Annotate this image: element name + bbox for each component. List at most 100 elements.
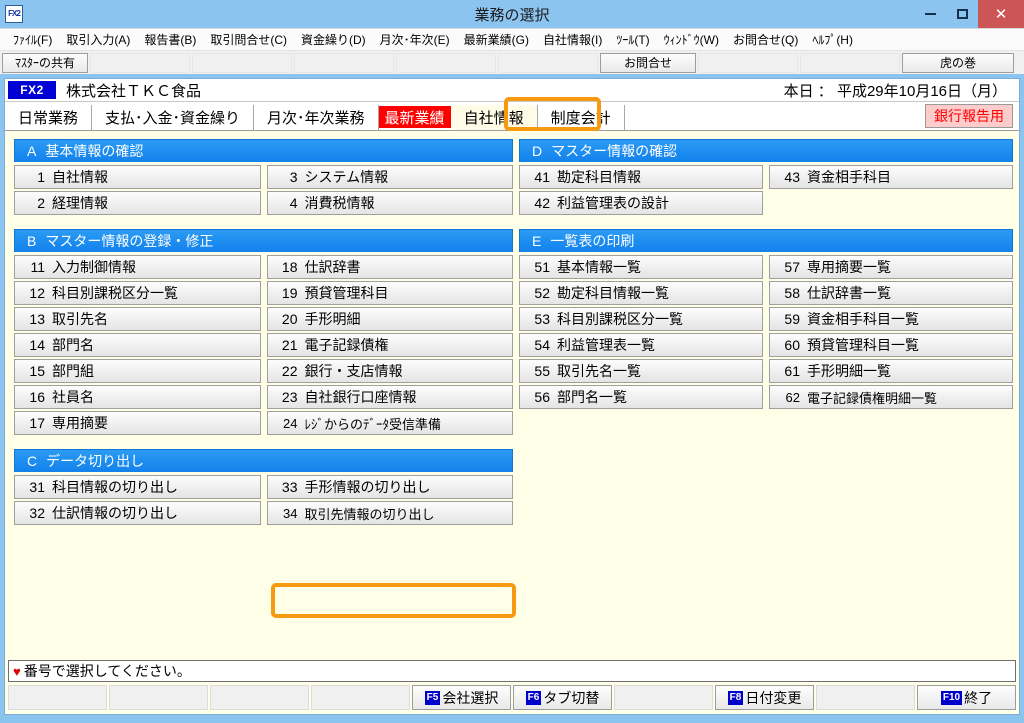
menu-item-24[interactable]: 24 ﾚｼﾞからのﾃﾞｰﾀ受信準備	[266, 411, 513, 435]
menu-item-number: 11	[30, 259, 45, 275]
menu-item-20[interactable]: 20 手形明細	[266, 307, 513, 331]
tab-制度会計[interactable]: 制度会計	[537, 105, 625, 130]
company-bar: FX2 株式会社ＴＫＣ食品 本日 ： 平成29年10月16日（月）	[5, 79, 1019, 102]
section-title-text: マスター情報の確認	[551, 143, 678, 159]
function-key-F5[interactable]: F5 会社選択	[412, 685, 511, 710]
menu-item-43[interactable]: 43 資金相手科目	[769, 165, 1013, 189]
menu-item-62[interactable]: 62 電子記録債権明細一覧	[769, 385, 1013, 409]
menu-item-4[interactable]: 取引問合せ(C)	[203, 29, 294, 51]
menu-item-11[interactable]: お問合せ(Q)	[726, 29, 805, 51]
tab-支払･入金･資金繰り[interactable]: 支払･入金･資金繰り	[92, 105, 255, 130]
section-B: B マスター情報の登録・修正 11 入力制御情報 18 仕訳辞書 12 科目別課税区分一覧 19…	[14, 229, 513, 435]
menu-item-52[interactable]: 52 勘定科目情報一覧	[519, 281, 763, 305]
minimize-button[interactable]	[914, 0, 946, 28]
menu-item-2[interactable]: 取引入力(A)	[59, 29, 137, 51]
menu-item-15[interactable]: 15 部門組	[14, 359, 261, 383]
function-key-badge: F6	[525, 690, 542, 705]
maximize-button[interactable]	[946, 0, 978, 28]
menu-item-12[interactable]: ﾍﾙﾌﾟ(H)	[805, 29, 860, 51]
section-header-E: E 一覧表の印刷	[519, 229, 1013, 252]
menu-item-9[interactable]: ﾂｰﾙ(T)	[609, 29, 656, 51]
menu-item-51[interactable]: 51 基本情報一覧	[519, 255, 763, 279]
menu-item-57[interactable]: 57 専用摘要一覧	[769, 255, 1013, 279]
menu-item-53[interactable]: 53 科目別課税区分一覧	[519, 307, 763, 331]
menu-item-14[interactable]: 14 部門名	[14, 333, 261, 357]
section-D: D マスター情報の確認 41 勘定科目情報 43 資金相手科目 42 利益管理表の設計	[519, 139, 1013, 215]
menu-item-label: 資金相手科目一覧	[807, 311, 919, 327]
menu-item-17[interactable]: 17 専用摘要	[14, 411, 261, 435]
menu-item-31[interactable]: 31 科目情報の切り出し	[14, 475, 261, 499]
tab-自社情報[interactable]: 自社情報	[450, 105, 538, 130]
menu-item-34[interactable]: 34 取引先情報の切り出し	[266, 501, 513, 525]
menu-item-3[interactable]: 3 システム情報	[266, 165, 513, 189]
tab-最新業績[interactable]: 最新業績	[378, 106, 451, 128]
menu-item-3[interactable]: 報告書(B)	[137, 29, 203, 51]
fx2-badge: FX2	[8, 81, 56, 99]
function-key-slot-9	[816, 685, 915, 710]
menu-item-number: 1	[37, 169, 45, 185]
menu-item-59[interactable]: 59 資金相手科目一覧	[769, 307, 1013, 331]
menu-item-label: 勘定科目情報一覧	[557, 285, 669, 301]
menu-item-61[interactable]: 61 手形明細一覧	[769, 359, 1013, 383]
menu-item-16[interactable]: 16 社員名	[14, 385, 261, 409]
menu-item-13[interactable]: 13 取引先名	[14, 307, 261, 331]
menu-item-7[interactable]: 最新業績(G)	[457, 29, 536, 51]
menu-item-5[interactable]: 資金繰り(D)	[294, 29, 373, 51]
menu-item-56[interactable]: 56 部門名一覧	[519, 385, 763, 409]
menu-item-label: 預貸管理科目	[304, 285, 389, 301]
menu-item-6[interactable]: 月次･年次(E)	[373, 29, 457, 51]
menu-item-58[interactable]: 58 仕訳辞書一覧	[769, 281, 1013, 305]
menu-item-2[interactable]: 2 経理情報	[14, 191, 261, 215]
client-area: FX2 株式会社ＴＫＣ食品 本日 ： 平成29年10月16日（月） 日常業務 支払…	[4, 78, 1020, 715]
toolbar-button-10[interactable]: 虎の巻	[902, 52, 1014, 73]
menu-item-11[interactable]: 11 入力制御情報	[14, 255, 261, 279]
menu-item-label: 部門名	[52, 337, 94, 353]
menu-item-number: 12	[29, 285, 45, 301]
menu-item-1[interactable]: ﾌｧｲﾙ(F)	[6, 29, 59, 51]
toolbar-button-1[interactable]: ﾏｽﾀｰの共有	[2, 52, 88, 73]
menu-item-number: 58	[784, 285, 800, 301]
menu-item-label: 科目別課税区分一覧	[557, 311, 683, 327]
menu-item-42[interactable]: 42 利益管理表の設計	[519, 191, 763, 215]
menu-item-21[interactable]: 21 電子記録債権	[266, 333, 513, 357]
menu-item-60[interactable]: 60 預貸管理科目一覧	[769, 333, 1013, 357]
menu-item-1[interactable]: 1 自社情報	[14, 165, 261, 189]
tab-月次･年次業務[interactable]: 月次･年次業務	[254, 105, 379, 130]
function-key-F10[interactable]: F10 終了	[917, 685, 1016, 710]
menu-item-12[interactable]: 12 科目別課税区分一覧	[14, 281, 261, 305]
menu-item-22[interactable]: 22 銀行・支店情報	[266, 359, 513, 383]
menu-item-8[interactable]: 自社情報(I)	[536, 29, 609, 51]
toolbar-button-7[interactable]: お問合せ	[600, 52, 696, 73]
right-column: D マスター情報の確認 41 勘定科目情報 43 資金相手科目 42 利益管理表の設計 E 一覧表…	[519, 139, 1013, 423]
menu-item-23[interactable]: 23 自社銀行口座情報	[266, 385, 513, 409]
menu-item-number: 23	[281, 389, 298, 405]
menu-item-number: 3	[289, 169, 298, 185]
menu-item-33[interactable]: 33 手形情報の切り出し	[266, 475, 513, 499]
menu-item-55[interactable]: 55 取引先名一覧	[519, 359, 763, 383]
close-button[interactable]: ✕	[978, 0, 1024, 28]
menu-item-41[interactable]: 41 勘定科目情報	[519, 165, 763, 189]
menu-item-32[interactable]: 32 仕訳情報の切り出し	[14, 501, 261, 525]
menu-item-label: 利益管理表一覧	[557, 337, 655, 353]
menu-item-10[interactable]: ｳｨﾝﾄﾞｳ(W)	[657, 29, 726, 51]
function-key-label: 会社選択	[442, 689, 499, 706]
menu-item-label: 手形明細	[304, 311, 361, 327]
menu-item-number: 20	[281, 311, 298, 327]
section-letter: C	[27, 453, 38, 469]
section-header-B: B マスター情報の登録・修正	[14, 229, 513, 252]
menu-item-label: 自社銀行口座情報	[304, 389, 417, 405]
menu-item-label: 自社情報	[52, 169, 108, 185]
status-message: 番号で選択してください。	[23, 663, 191, 679]
function-key-F6[interactable]: F6 タブ切替	[513, 685, 612, 710]
function-key-slot-3	[210, 685, 309, 710]
tab-日常業務[interactable]: 日常業務	[5, 105, 93, 130]
menu-item-number: 22	[281, 363, 298, 379]
function-key-label: 終了	[964, 689, 993, 706]
menu-item-54[interactable]: 54 利益管理表一覧	[519, 333, 763, 357]
function-key-F8[interactable]: F8 日付変更	[715, 685, 814, 710]
menu-item-18[interactable]: 18 仕訳辞書	[266, 255, 513, 279]
bank-report-badge[interactable]: 銀行報告用	[925, 104, 1013, 128]
menu-item-label: 仕訳辞書	[304, 259, 361, 275]
menu-item-19[interactable]: 19 預貸管理科目	[266, 281, 513, 305]
menu-item-4[interactable]: 4 消費税情報	[266, 191, 513, 215]
